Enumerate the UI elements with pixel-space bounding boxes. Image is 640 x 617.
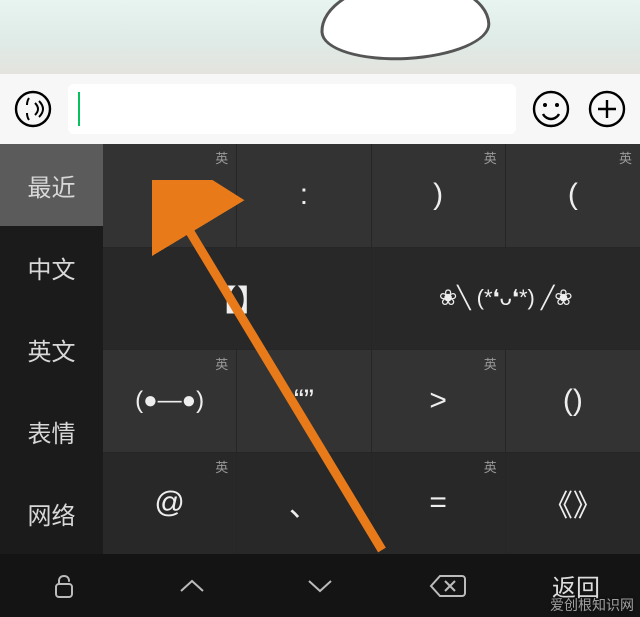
backspace-icon[interactable] bbox=[384, 572, 512, 600]
key-label: @ bbox=[154, 486, 184, 520]
sidebar-tab-recent[interactable]: 最近 bbox=[0, 144, 103, 226]
category-sidebar: 最近 中文 英文 表情 网络 bbox=[0, 144, 103, 554]
key-label: (●—●) bbox=[135, 387, 204, 415]
key-lang-tag: 英 bbox=[484, 148, 497, 167]
key-label: # bbox=[161, 178, 178, 212]
lock-open-icon[interactable] bbox=[0, 571, 128, 601]
emoji-icon[interactable] bbox=[526, 84, 576, 134]
key-lang-tag: 英 bbox=[215, 457, 228, 476]
sidebar-tab-net[interactable]: 网络 bbox=[0, 472, 103, 554]
key-gt[interactable]: 英> bbox=[372, 349, 506, 452]
chat-input-bar bbox=[0, 74, 640, 144]
voice-icon[interactable] bbox=[8, 84, 58, 134]
text-caret bbox=[78, 92, 80, 126]
key-lang-tag: 英 bbox=[484, 354, 497, 373]
key-label: > bbox=[429, 384, 447, 418]
chevron-up-icon[interactable] bbox=[128, 575, 256, 597]
key-label: ❀╲ (*❛ᴗ❛*) ╱❀ bbox=[439, 285, 573, 311]
key-lang-tag: 英 bbox=[215, 148, 228, 167]
key-kaomoji[interactable]: ❀╲ (*❛ᴗ❛*) ╱❀ bbox=[372, 247, 640, 350]
symbol-keyboard: 最近 中文 英文 表情 网络 英# : 英) 英( 【】 ❀╲ (*❛ᴗ❛*) … bbox=[0, 144, 640, 554]
plus-icon[interactable] bbox=[582, 84, 632, 134]
message-input[interactable] bbox=[68, 84, 516, 134]
key-lang-tag: 英 bbox=[484, 457, 497, 476]
key-label: “” bbox=[294, 384, 314, 418]
symbol-grid: 英# : 英) 英( 【】 ❀╲ (*❛ᴗ❛*) ╱❀ 英(●—●) “” 英>… bbox=[103, 144, 640, 554]
key-brackets[interactable]: 【】 bbox=[103, 247, 372, 350]
sidebar-tab-emoji[interactable]: 表情 bbox=[0, 390, 103, 472]
key-book-brackets[interactable]: 《》 bbox=[506, 452, 640, 555]
key-label: = bbox=[429, 486, 447, 520]
key-colon[interactable]: : bbox=[237, 144, 371, 247]
key-lparen[interactable]: 英( bbox=[506, 144, 640, 247]
key-label: 、 bbox=[289, 481, 319, 525]
key-label: 【】 bbox=[207, 276, 267, 320]
key-hash[interactable]: 英# bbox=[103, 144, 237, 247]
key-parens[interactable]: () bbox=[506, 349, 640, 452]
key-at[interactable]: 英@ bbox=[103, 452, 237, 555]
key-label: () bbox=[563, 384, 583, 418]
key-lang-tag: 英 bbox=[619, 148, 632, 167]
keyboard-bottom-bar: 返回 bbox=[0, 554, 640, 617]
header-background bbox=[0, 0, 640, 74]
key-dun[interactable]: 、 bbox=[237, 452, 371, 555]
key-label: 《》 bbox=[543, 481, 603, 525]
key-rparen[interactable]: 英) bbox=[372, 144, 506, 247]
key-lang-tag: 英 bbox=[215, 354, 228, 373]
sidebar-tab-english[interactable]: 英文 bbox=[0, 308, 103, 390]
key-face-dots[interactable]: 英 (●—●) bbox=[103, 349, 237, 452]
key-label: : bbox=[300, 178, 308, 212]
return-button[interactable]: 返回 bbox=[512, 568, 640, 603]
key-equals[interactable]: 英= bbox=[372, 452, 506, 555]
key-label: ) bbox=[433, 178, 443, 212]
header-illustration bbox=[318, 0, 492, 64]
key-quotes[interactable]: “” bbox=[237, 349, 371, 452]
chevron-down-icon[interactable] bbox=[256, 575, 384, 597]
sidebar-tab-chinese[interactable]: 中文 bbox=[0, 226, 103, 308]
key-label: ( bbox=[568, 178, 578, 212]
